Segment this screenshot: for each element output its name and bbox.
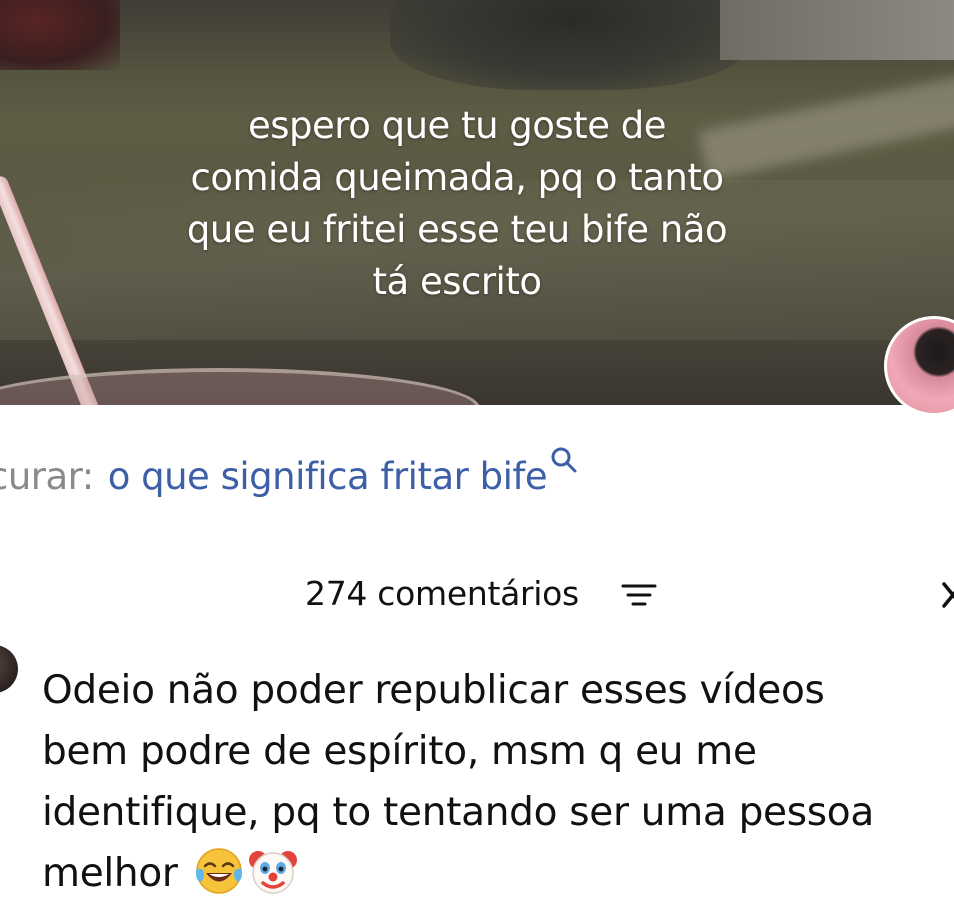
tears-of-joy-emoji-icon — [195, 848, 242, 894]
search-prefix: curar: — [0, 455, 94, 498]
video-player[interactable]: espero que tu goste de comida queimada, … — [0, 0, 954, 405]
search-icon[interactable] — [549, 445, 579, 475]
filter-icon[interactable] — [621, 580, 657, 610]
search-query-link[interactable]: o que significa fritar bife — [108, 455, 548, 498]
caption-line: espero que tu goste de — [248, 104, 666, 147]
video-background-shape — [390, 0, 750, 90]
video-caption: espero que tu goste de comida queimada, … — [140, 100, 774, 308]
search-suggestion[interactable]: curar: o que significa fritar bife — [0, 447, 579, 505]
comment-line: Odeio não poder republicar esses vídeos — [42, 668, 825, 713]
video-background-shape — [0, 0, 120, 70]
comment-line-last: melhor — [42, 843, 954, 904]
comment-body: Odeio não poder republicar esses vídeos … — [42, 660, 954, 904]
caption-line: que eu fritei esse teu bife não — [186, 208, 728, 251]
comments-count: 274 comentários — [305, 574, 579, 613]
caption-line: tá escrito — [372, 260, 542, 303]
comment-line: bem podre de espírito, msm q eu me — [42, 729, 757, 774]
clown-face-emoji-icon — [248, 851, 297, 894]
commenter-avatar[interactable] — [0, 645, 18, 693]
comment-line: identifique, pq to tentando ser uma pess… — [42, 790, 874, 835]
comments-header: 274 comentários — [0, 570, 954, 618]
video-background-shape — [720, 0, 954, 60]
comment-line: melhor — [42, 851, 178, 896]
close-icon[interactable] — [940, 578, 954, 612]
caption-line: comida queimada, pq o tanto — [190, 156, 724, 199]
